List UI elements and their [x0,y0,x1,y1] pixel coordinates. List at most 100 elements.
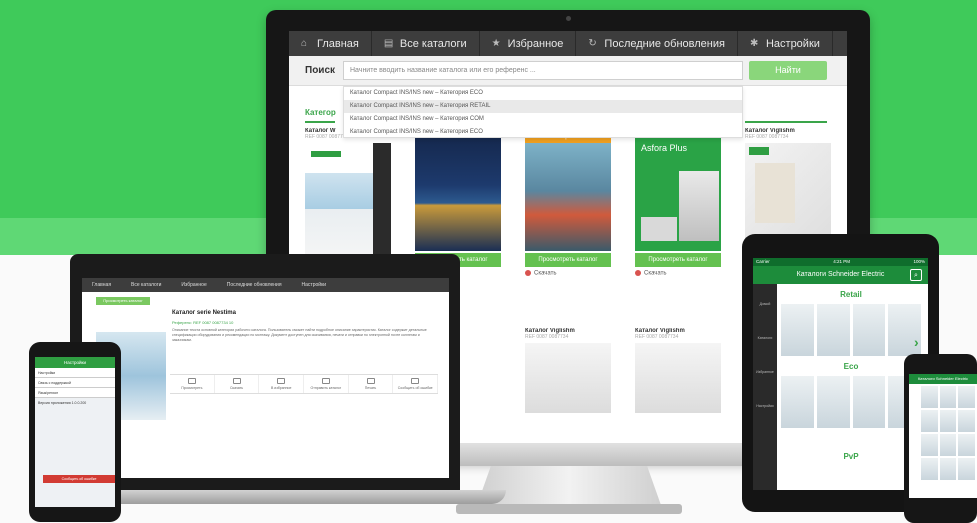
report-error-button[interactable]: Сообщить об ошибке [43,475,115,483]
catalog-thumb[interactable] [852,304,886,356]
catalog-thumb[interactable] [852,376,886,428]
tablet-screen: Carrier 4:21 PM 100% Каталоги Schneider … [753,258,928,490]
suggestion-item[interactable]: Каталог Compact INS/INS new – Категория … [344,126,742,139]
tablet-title: Каталоги Schneider Electric [796,271,885,278]
cover-title: Asfora Plus [641,143,688,153]
phone-menu-item[interactable]: Язык/регион [35,388,115,398]
view-catalog-button[interactable]: Просмотреть каталог [96,297,150,305]
catalog-thumb[interactable] [939,410,957,432]
catalog-card: Каталог W REF 0087 0087734 [305,128,391,263]
nav-item-all-catalogs[interactable]: Все каталоги [121,282,171,288]
nav-item-settings[interactable]: ✱ Настройки [738,31,833,56]
catalog-ref: REF 0087 0087734 [635,334,679,340]
catalog-thumb[interactable] [939,386,957,408]
catalog-cover[interactable] [525,343,611,413]
catalog-cover[interactable] [305,143,391,263]
chevron-right-icon[interactable]: › [914,334,919,350]
section-title: PvP [843,452,859,461]
nav-item-updates[interactable]: ↻ Последние обновления [576,31,738,56]
search-suggestions: Каталог Compact INS/INS new – Категория … [343,86,743,138]
print-tool[interactable]: Печать [349,375,394,393]
search-button[interactable]: Найти [749,61,827,80]
sidebar-item-settings[interactable]: Настройки [753,386,777,420]
catalog-thumb[interactable] [921,458,938,480]
catalog-row [781,376,921,428]
phone-menu-item[interactable]: Настройки [35,368,115,378]
suggestion-item[interactable]: Каталог Compact INS/INS new – Категория … [344,87,742,100]
view-catalog-button[interactable]: Просмотреть каталог [525,253,611,267]
suggestion-item[interactable]: Каталог Compact INS/INS new – Категория … [344,100,742,113]
catalog-cover[interactable] [635,343,721,413]
catalog-title: Каталог serie Nestima [172,310,236,316]
catalog-thumb[interactable] [816,376,850,428]
download-tool[interactable]: Скачать [215,375,260,393]
section-title: Eco [843,362,859,371]
tablet-sidebar: Домой Каталоги Избранное Настройки [753,284,777,490]
catalog-thumb[interactable] [939,434,957,456]
phone-version: Версия приложения 1.0.0.200 [38,401,87,405]
download-link[interactable]: Скачать [525,270,611,277]
nav-item-updates[interactable]: Последние обновления [217,282,292,288]
camera-icon [566,16,571,21]
nav-item-home[interactable]: ⌂ Главная [289,31,372,56]
catalog-thumb[interactable] [921,386,938,408]
status-bar: Carrier 4:21 PM 100% [753,258,928,266]
view-tool[interactable]: Просмотреть [170,375,215,393]
download-icon [525,270,531,276]
share-tool[interactable]: Отправить каталог [304,375,349,393]
catalog-thumb[interactable] [958,458,976,480]
book-icon: ▤ [383,37,394,49]
hero-banner: ⌂ Главная ▤ Все каталоги ★ Избранное ↻ После… [0,0,977,523]
sidebar-item-favorites[interactable]: Избранное [753,352,777,386]
catalog-cover[interactable]: Asfora Plus [635,131,721,251]
nav-item-all-catalogs[interactable]: ▤ Все каталоги [372,31,480,56]
catalog-row [909,456,977,480]
catalog-thumb[interactable] [958,386,976,408]
catalog-thumb[interactable] [939,458,957,480]
search-input[interactable]: Начните вводить название каталога или ег… [343,61,743,80]
laptop-nav: Главная Все каталоги Избранное Последние… [82,278,449,292]
download-link[interactable]: Скачать [635,270,721,277]
carrier-label: Carrier [756,259,770,264]
nav-item-settings[interactable]: Настройки [292,282,337,288]
catalog-thumb[interactable] [958,410,976,432]
catalog-card: В избранном Просмотреть каталог Скачать [525,128,611,277]
phone-header: Настройки [35,357,115,368]
report-tool[interactable]: Сообщить об ошибке [393,375,439,393]
phone-menu-item[interactable]: Связь с поддержкой [35,378,115,388]
category-underline [305,121,335,123]
catalog-thumb[interactable] [958,434,976,456]
catalog-row [781,304,921,356]
warning-icon [411,378,420,384]
catalog-thumb[interactable] [816,304,850,356]
search-icon[interactable]: ⌕ [910,269,922,281]
search-bar: Поиск Начните вводить название каталога … [289,56,847,86]
nav-item-home[interactable]: Главная [82,282,121,288]
catalog-description: Описание текста основной категории рабоч… [172,328,427,342]
nav-item-favorites[interactable]: Избранное [171,282,216,288]
phone-screen: Настройки Настройки Связь с поддержкой Я… [35,357,115,507]
catalog-thumb[interactable] [921,434,938,456]
category-underline [745,121,827,123]
search-label: Поиск [305,65,336,76]
catalog-cover[interactable]: В избранном [525,131,611,251]
nav-item-favorites[interactable]: ★ Избранное [480,31,577,56]
catalog-row [909,384,977,408]
catalog-thumb[interactable] [921,410,938,432]
suggestion-item[interactable]: Каталог Compact INS/INS new – Категория … [344,113,742,126]
sidebar-item-home[interactable]: Домой [753,284,777,318]
star-icon [277,378,286,384]
laptop-screen: Главная Все каталоги Избранное Последние… [82,278,449,478]
star-icon: ★ [491,37,501,49]
catalog-thumb[interactable] [781,304,814,356]
favorite-tool[interactable]: В избранное [259,375,305,393]
catalog-cover[interactable] [415,131,501,251]
download-icon [635,270,641,276]
view-catalog-button[interactable]: Просмотреть каталог [635,253,721,267]
battery-label: 100% [913,259,925,264]
refresh-icon: ↻ [588,37,597,49]
catalog-thumb[interactable] [781,376,814,428]
sidebar-item-catalogs[interactable]: Каталоги [753,318,777,352]
section-title: Retail [840,290,862,299]
monitor-foot [456,504,682,514]
